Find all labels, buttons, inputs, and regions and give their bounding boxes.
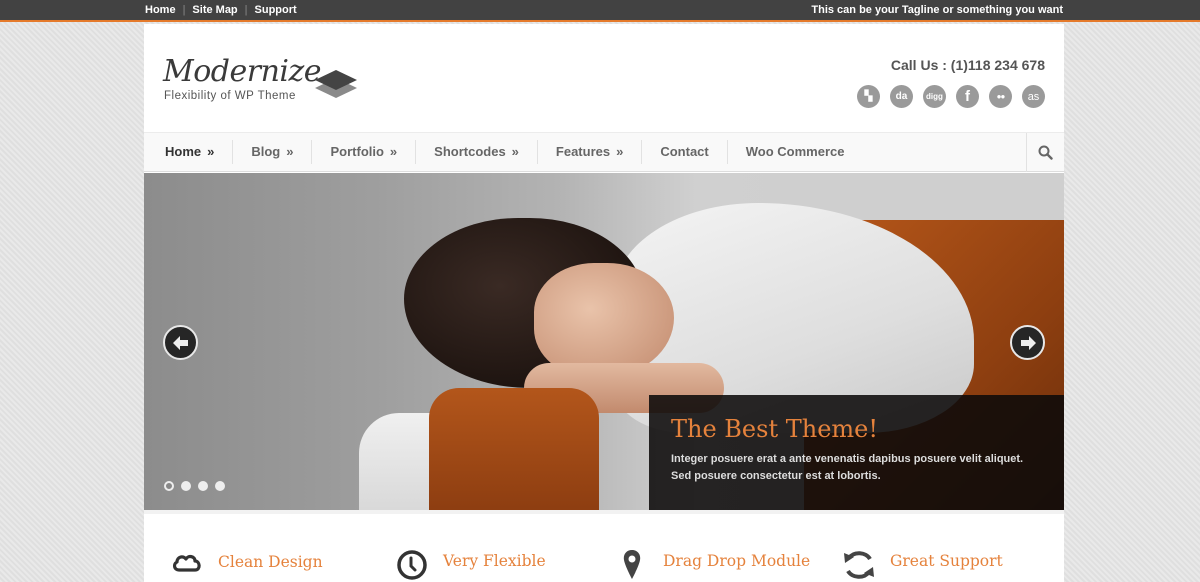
arrow-left-icon xyxy=(172,335,188,350)
submenu-indicator: » xyxy=(616,144,624,159)
search-icon xyxy=(1038,145,1053,160)
slider-pagination xyxy=(164,481,225,491)
refresh-icon xyxy=(841,547,877,582)
facebook-icon[interactable]: f xyxy=(956,85,979,108)
nav-item-contact[interactable]: Contact xyxy=(641,140,726,164)
header: Modernize Flexibility of WP Theme Call U… xyxy=(144,24,1064,132)
lastfm-icon[interactable]: as xyxy=(1022,85,1045,108)
delicious-icon[interactable]: ▚ xyxy=(857,85,880,108)
slider-prev-button[interactable] xyxy=(163,325,198,360)
nav-item-woo-commerce[interactable]: Woo Commerce xyxy=(726,140,863,164)
logo-subtitle: Flexibility of WP Theme xyxy=(164,90,296,102)
top-link-support[interactable]: Support xyxy=(255,4,297,16)
slider-next-button[interactable] xyxy=(1010,325,1045,360)
top-links: Home | Site Map | Support xyxy=(145,4,297,16)
caption-title: The Best Theme! xyxy=(671,415,878,443)
feature-label: Clean Design xyxy=(218,553,323,571)
slider-dot-1[interactable] xyxy=(164,481,174,491)
submenu-indicator: » xyxy=(286,144,294,159)
nav-label: Woo Commerce xyxy=(745,144,845,159)
feature-great-support: Great Support xyxy=(841,547,1003,582)
page-container: Modernize Flexibility of WP Theme Call U… xyxy=(144,24,1064,582)
cloud-icon xyxy=(169,544,205,580)
tagline: This can be your Tagline or something yo… xyxy=(811,4,1063,16)
feature-label: Very Flexible xyxy=(443,552,546,570)
layers-logo-icon xyxy=(315,70,357,98)
map-pin-icon xyxy=(614,547,650,582)
submenu-indicator: » xyxy=(511,144,519,159)
digg-icon[interactable]: digg xyxy=(923,85,946,108)
clock-icon xyxy=(394,547,430,582)
slider-dot-4[interactable] xyxy=(215,481,225,491)
divider: | xyxy=(182,4,186,16)
main-nav: Home » Blog » Portfolio » Shortcodes » Featu… xyxy=(144,132,1064,172)
arrow-right-icon xyxy=(1020,335,1036,350)
slider-dot-2[interactable] xyxy=(181,481,191,491)
top-link-site-map[interactable]: Site Map xyxy=(192,4,237,16)
nav-item-home[interactable]: Home » xyxy=(147,140,232,164)
nav-label: Blog xyxy=(251,144,281,159)
feature-drag-drop-module: Drag Drop Module xyxy=(614,547,810,582)
submenu-indicator: » xyxy=(389,144,398,159)
feature-label: Great Support xyxy=(890,552,1003,570)
nav-label: Shortcodes xyxy=(434,144,506,159)
hero-slider: The Best Theme! Integer posuere erat a a… xyxy=(144,173,1064,510)
call-us: Call Us : (1)118 234 678 xyxy=(890,57,1045,73)
slider-dot-3[interactable] xyxy=(198,481,208,491)
features-row: Clean Design Very Flexible Drag Drop Mod… xyxy=(144,510,1064,582)
flickr-icon[interactable]: ●● xyxy=(989,85,1012,108)
top-link-home[interactable]: Home xyxy=(145,4,176,16)
top-bar: Home | Site Map | Support This can be yo… xyxy=(0,0,1200,22)
nav-item-blog[interactable]: Blog » xyxy=(232,140,311,164)
deviantart-icon[interactable]: da xyxy=(890,85,913,108)
nav-label: Contact xyxy=(660,144,709,159)
divider: | xyxy=(244,4,248,16)
feature-very-flexible: Very Flexible xyxy=(394,547,546,582)
slide-caption: The Best Theme! Integer posuere erat a a… xyxy=(649,395,1064,510)
caption-text: Integer posuere erat a ante venenatis da… xyxy=(671,453,1024,482)
nav-label: Portfolio xyxy=(330,144,384,159)
feature-clean-design: Clean Design xyxy=(169,544,323,580)
submenu-indicator: » xyxy=(207,144,215,159)
feature-label: Drag Drop Module xyxy=(663,552,811,570)
nav-label: Features xyxy=(555,144,611,159)
nav-item-features[interactable]: Features » xyxy=(536,140,641,164)
social-links: ▚ da digg f ●● as xyxy=(857,85,1045,108)
nav-item-portfolio[interactable]: Portfolio » xyxy=(311,140,415,164)
nav-label: Home xyxy=(165,144,202,159)
logo[interactable]: Modernize xyxy=(163,54,322,89)
search-button[interactable] xyxy=(1026,133,1064,172)
nav-item-shortcodes[interactable]: Shortcodes » xyxy=(415,140,537,164)
slide-image-sofa-arm xyxy=(429,388,599,510)
